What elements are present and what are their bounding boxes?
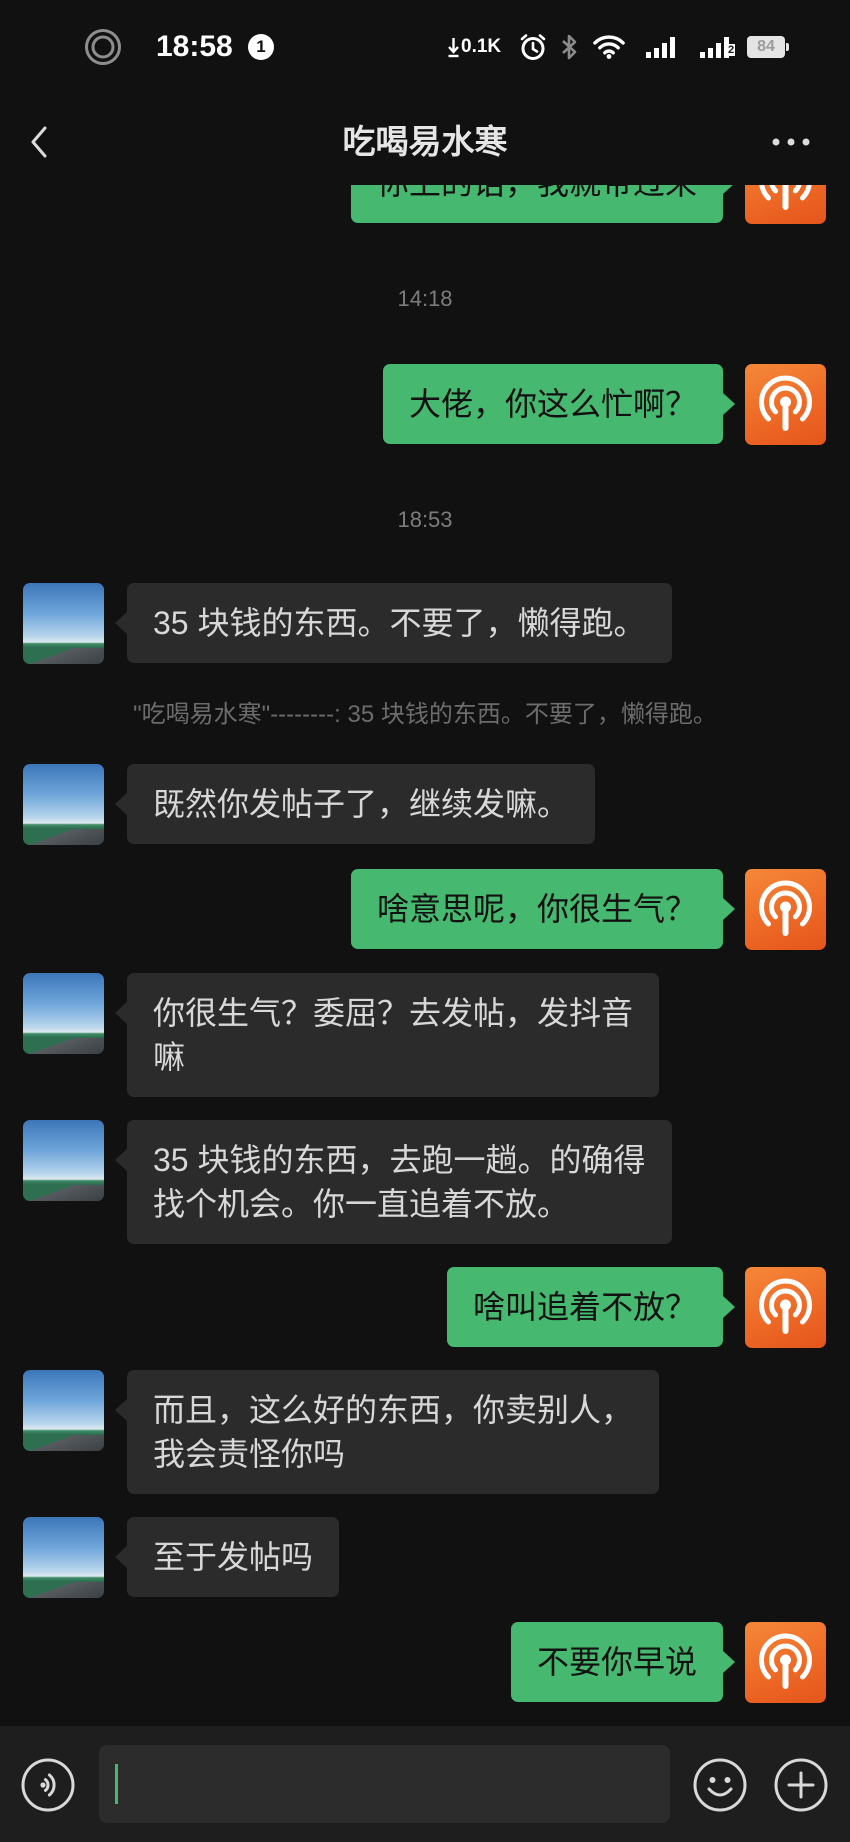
status-time: 18:58	[156, 30, 233, 63]
chat-screen: 18:58 1 0.1K 2 84 吃喝易水寒 14:18 大佬，你这么忙啊？ …	[0, 0, 850, 1842]
download-arrow-icon	[448, 38, 459, 58]
alarm-icon	[520, 34, 546, 60]
message-text-line: 大佬，你这么忙啊？	[408, 386, 697, 422]
message-row: 你很生气？委屈？去发帖，发抖音 嘛	[0, 973, 850, 1099]
message-bubble[interactable]: 大佬，你这么忙啊？	[382, 364, 736, 444]
sim2-label: 2	[727, 44, 736, 56]
message-bubble[interactable]: 既然你发帖子了，继续发嘛。	[114, 764, 596, 844]
my-avatar[interactable]	[745, 1267, 826, 1348]
my-avatar[interactable]	[745, 1622, 826, 1703]
bluetooth-icon	[562, 34, 577, 60]
timestamp: 14:18	[397, 286, 453, 311]
message-text-line: 既然你发帖子了，继续发嘛。	[153, 786, 570, 822]
timestamp: 18:53	[397, 507, 453, 532]
message-text-line: 35 块钱的东西，去跑一趟。的确得	[153, 1142, 646, 1178]
contact-avatar[interactable]	[23, 583, 104, 664]
message-bubble[interactable]: 你上的话，我就带过来	[350, 185, 736, 223]
message-bubble[interactable]: 而且，这么好的东西，你卖别人， 我会责怪你吗	[114, 1370, 660, 1494]
emoji-icon[interactable]	[693, 1758, 747, 1812]
net-speed: 0.1K	[461, 36, 502, 57]
message-input[interactable]	[99, 1745, 670, 1823]
signal-icon	[646, 37, 675, 58]
message-row: 大佬，你这么忙啊？	[0, 364, 850, 490]
message-text-line: 你上的话，我就带过来	[377, 185, 697, 205]
message-text-line: 你很生气？委屈？去发帖，发抖音	[153, 995, 634, 1031]
message-bubble[interactable]: 35 块钱的东西，去跑一趟。的确得 找个机会。你一直追着不放。	[115, 1120, 672, 1244]
message-bubble[interactable]: 啥意思呢，你很生气？	[350, 869, 736, 949]
contact-avatar[interactable]	[23, 1517, 104, 1598]
message-text-line: 啥意思呢，你很生气？	[376, 891, 697, 927]
notification-badge: 1	[248, 34, 274, 60]
contact-avatar[interactable]	[23, 764, 104, 845]
input-bar	[0, 1726, 850, 1842]
message-bubble[interactable]: 啥叫追着不放？	[446, 1267, 736, 1347]
podcast-icon	[759, 185, 812, 210]
message-bubble[interactable]: 至于发帖吗	[114, 1517, 340, 1597]
more-dots-icon[interactable]	[770, 135, 812, 149]
podcast-icon	[759, 375, 812, 431]
my-avatar[interactable]	[745, 185, 826, 224]
plus-icon[interactable]	[774, 1758, 828, 1812]
page-title: 吃喝易水寒	[342, 123, 508, 160]
message-row: 而且，这么好的东西，你卖别人， 我会责怪你吗	[0, 1370, 850, 1496]
message-text-line: 不要你早说	[536, 1644, 697, 1680]
message-text-line: 找个机会。你一直追着不放。	[153, 1186, 570, 1222]
quoted-message[interactable]: "吃喝易水寒"--------: 35 块钱的东西。不要了，懒得跑。	[0, 699, 850, 731]
podcast-icon	[759, 880, 812, 936]
message-row: 你上的话，我就带过来	[0, 185, 850, 269]
contact-avatar[interactable]	[23, 1370, 104, 1451]
message-row: 35 块钱的东西，去跑一趟。的确得 找个机会。你一直追着不放。	[0, 1120, 850, 1246]
message-list[interactable]: 你上的话，我就带过来 14:18 大佬，你这么忙啊？	[0, 185, 850, 1726]
text-cursor	[115, 1764, 118, 1804]
contact-avatar[interactable]	[23, 973, 104, 1054]
podcast-icon	[759, 1278, 812, 1334]
message-text-line: 我会责怪你吗	[153, 1436, 346, 1472]
contact-avatar[interactable]	[23, 1120, 104, 1201]
battery-icon: 84	[747, 36, 785, 58]
record-icon	[85, 29, 121, 65]
message-row: 35 块钱的东西。不要了，懒得跑。	[0, 583, 850, 709]
battery-nub	[786, 43, 789, 51]
message-text-line: 至于发帖吗	[153, 1539, 314, 1575]
message-text-line: 啥叫追着不放？	[472, 1289, 697, 1325]
message-bubble[interactable]: 35 块钱的东西。不要了，懒得跑。	[115, 583, 672, 663]
voice-icon[interactable]	[21, 1758, 75, 1812]
message-text-line: 35 块钱的东西。不要了，懒得跑。	[153, 605, 646, 641]
my-avatar[interactable]	[745, 364, 826, 445]
message-text-line: 嘛	[153, 1039, 186, 1075]
message-bubble[interactable]: 不要你早说	[510, 1622, 736, 1702]
my-avatar[interactable]	[745, 869, 826, 950]
podcast-icon	[759, 1633, 812, 1689]
message-bubble[interactable]: 你很生气？委屈？去发帖，发抖音 嘛	[114, 973, 660, 1097]
message-text-line: 而且，这么好的东西，你卖别人，	[153, 1392, 634, 1428]
message-row: 不要你早说	[0, 1622, 850, 1726]
wifi-icon	[593, 35, 625, 59]
